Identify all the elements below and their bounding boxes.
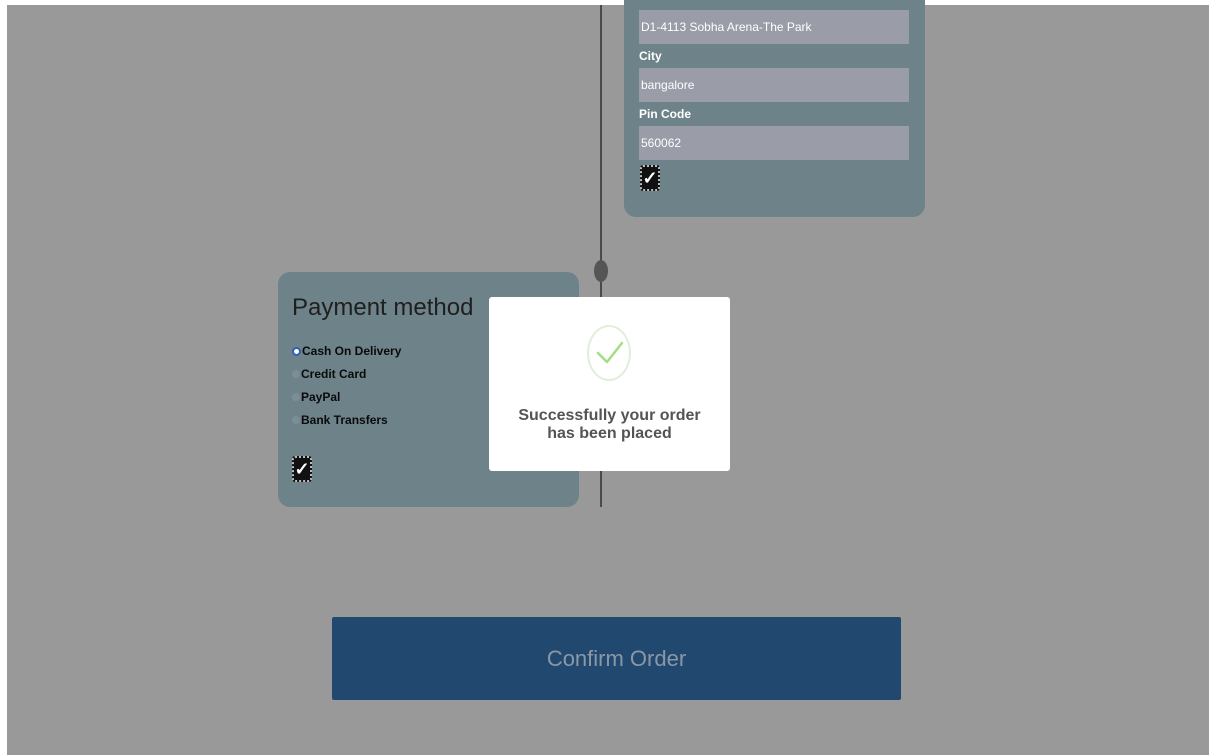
address-field-value: D1-4113 Sobha Arena-The Park [641, 20, 812, 34]
success-modal: Successfully your order has been placed [489, 297, 730, 471]
city-label: City [639, 49, 662, 63]
radio-icon[interactable] [292, 370, 300, 378]
payment-option-cash-on-delivery[interactable]: Cash On Delivery [292, 343, 401, 359]
pin-code-label: Pin Code [639, 107, 692, 121]
pin-code-field[interactable]: 560062 [639, 126, 909, 160]
payment-option-paypal[interactable]: PayPal [292, 389, 340, 405]
payment-option-label: PayPal [301, 390, 341, 404]
address-confirm-checkbox[interactable]: ✓ [640, 165, 660, 191]
timeline-dot [594, 260, 608, 282]
payment-confirm-checkbox[interactable]: ✓ [292, 456, 312, 482]
payment-option-label: Bank Transfers [301, 413, 388, 427]
radio-selected-icon[interactable] [292, 346, 301, 356]
pin-code-field-value: 560062 [641, 136, 682, 150]
address-field[interactable]: D1-4113 Sobha Arena-The Park [639, 10, 909, 44]
confirm-order-button[interactable]: Confirm Order [332, 617, 901, 700]
radio-icon[interactable] [292, 393, 300, 401]
success-message: Successfully your order has been placed [518, 407, 701, 442]
payment-option-label: Credit Card [301, 367, 367, 381]
radio-icon[interactable] [292, 416, 300, 424]
payment-method-title: Payment method [292, 294, 474, 321]
payment-option-label: Cash On Delivery [302, 344, 402, 358]
city-field-value: bangalore [641, 78, 695, 92]
check-icon [587, 325, 631, 381]
city-field[interactable]: bangalore [639, 68, 909, 102]
payment-option-bank-transfers[interactable]: Bank Transfers [292, 412, 388, 428]
payment-option-credit-card[interactable]: Credit Card [292, 366, 366, 382]
